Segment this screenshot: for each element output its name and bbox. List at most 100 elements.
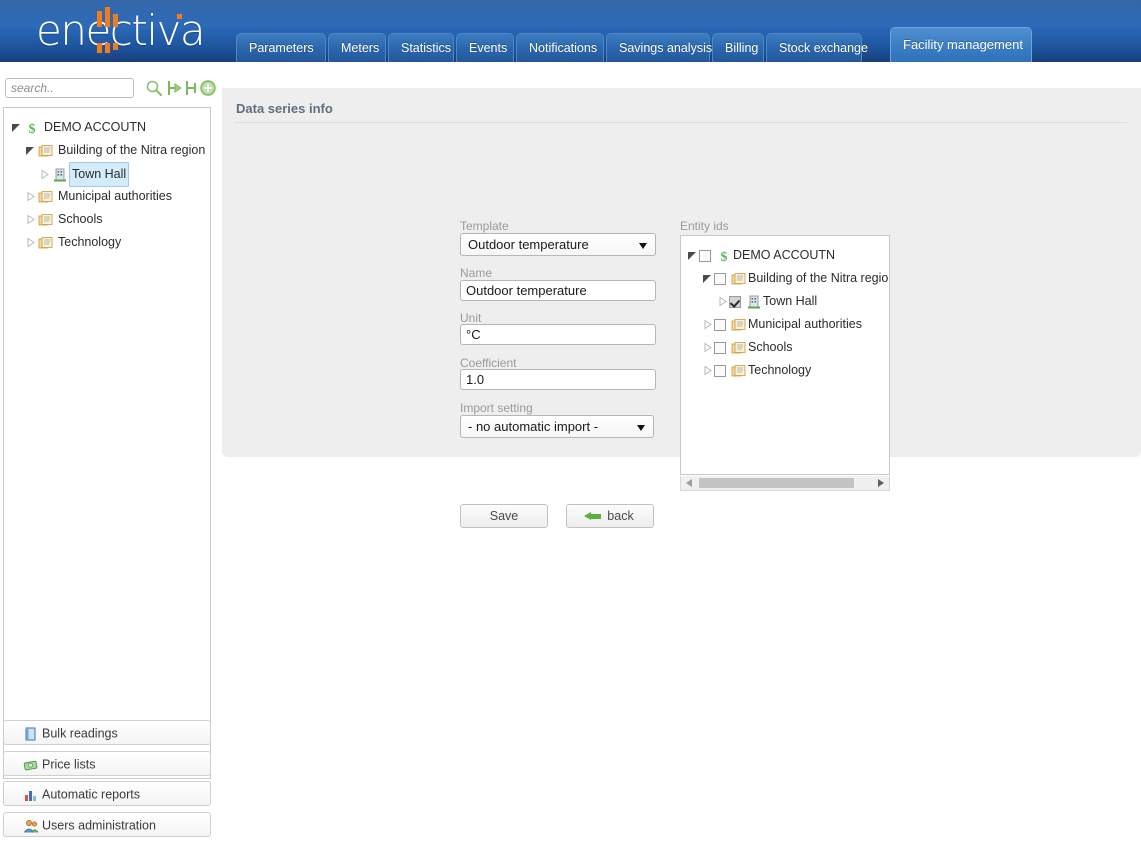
expand-arrow-icon[interactable] <box>25 235 36 249</box>
chevron-down-icon <box>639 243 647 249</box>
app-logo[interactable]: enectiva <box>36 7 236 55</box>
entity-tree-item[interactable]: Building of the Nitra region <box>681 267 889 290</box>
expand-arrow-icon[interactable] <box>702 340 713 354</box>
building-icon <box>744 290 763 313</box>
arrow-left-icon <box>586 513 601 520</box>
template-label: Template <box>460 219 509 233</box>
folder-icon <box>37 231 55 254</box>
tab-label: Savings analysis <box>619 41 712 55</box>
collapse-arrow-icon[interactable] <box>25 143 36 157</box>
entity-tree-arrow-wrap[interactable] <box>701 359 714 382</box>
tab-label: Events <box>469 41 507 55</box>
tree-arrow-wrap[interactable] <box>24 185 37 208</box>
sidebar-button-users-administration[interactable]: Users administration <box>3 812 211 837</box>
scroll-right-icon[interactable] <box>878 479 884 487</box>
collapse-arrow-icon[interactable] <box>11 120 22 134</box>
tree-item[interactable]: Municipal authorities <box>4 185 210 208</box>
svg-text:$: $ <box>29 122 36 136</box>
tab-notifications[interactable]: Notifications <box>516 33 604 62</box>
tab-billing[interactable]: Billing <box>712 33 764 62</box>
scrollbar-thumb[interactable] <box>699 478 854 488</box>
sidebar-button-price-lists[interactable]: Price lists <box>3 751 211 776</box>
entity-tree-item[interactable]: $DEMO ACCOUTN <box>681 244 889 267</box>
tab-label: Meters <box>341 41 379 55</box>
tab-label: Notifications <box>529 41 597 55</box>
entity-tree-item[interactable]: Town Hall <box>681 290 889 313</box>
entity-ids-tree[interactable]: $DEMO ACCOUTNBuilding of the Nitra regio… <box>680 235 890 475</box>
entity-tree-hscrollbar[interactable] <box>680 476 890 491</box>
search-icon[interactable] <box>145 79 163 97</box>
tab-parameters[interactable]: Parameters <box>236 33 326 62</box>
entity-checkbox[interactable] <box>714 342 726 354</box>
expand-arrow-icon[interactable] <box>39 167 50 181</box>
template-select-value: Outdoor temperature <box>468 234 589 255</box>
sidebar-button-bulk-readings[interactable]: Bulk readings <box>3 720 211 745</box>
tree-item-label: Schools <box>55 208 105 231</box>
expand-arrow-icon[interactable] <box>717 294 728 308</box>
tree-item[interactable]: Town Hall <box>4 162 210 185</box>
tree-arrow-wrap[interactable] <box>10 116 23 139</box>
tab-label: Parameters <box>249 41 314 55</box>
entity-tree-arrow-wrap[interactable] <box>701 336 714 359</box>
tree-item[interactable]: Schools <box>4 208 210 231</box>
tree-arrow-wrap[interactable] <box>24 208 37 231</box>
entity-tree-arrow-wrap[interactable] <box>686 244 699 267</box>
expand-arrow-icon[interactable] <box>25 212 36 226</box>
sidebar-button-label: Automatic reports <box>42 788 140 802</box>
tree-arrow-wrap[interactable] <box>24 139 37 162</box>
tab-statistics[interactable]: Statistics <box>388 33 454 62</box>
expand-tree-icon[interactable] <box>165 79 183 97</box>
entity-checkbox[interactable] <box>729 296 741 308</box>
bar-chart-icon <box>20 783 42 807</box>
sidebar-button-automatic-reports[interactable]: Automatic reports <box>3 781 211 806</box>
import-setting-select[interactable]: - no automatic import - <box>460 415 654 438</box>
expand-arrow-icon[interactable] <box>25 189 36 203</box>
tab-label: Statistics <box>401 41 451 55</box>
tab-savings-analysis[interactable]: Savings analysis <box>606 33 710 62</box>
expand-arrow-icon[interactable] <box>702 363 713 377</box>
entity-tree-arrow-wrap[interactable] <box>701 313 714 336</box>
tab-stock-exchange[interactable]: Stock exchange <box>766 33 862 62</box>
entity-navigation-tree[interactable]: $DEMO ACCOUTNBuilding of the Nitra regio… <box>3 107 211 779</box>
tab-events[interactable]: Events <box>456 33 514 62</box>
scroll-left-icon[interactable] <box>686 479 692 487</box>
unit-input[interactable] <box>460 324 656 345</box>
entity-checkbox[interactable] <box>714 319 726 331</box>
title-divider <box>234 122 1127 123</box>
entity-tree-arrow-wrap[interactable] <box>716 290 729 313</box>
folder-icon <box>729 313 748 336</box>
entity-tree-item[interactable]: Technology <box>681 359 889 382</box>
tab-label: Facility management <box>903 37 1023 52</box>
tree-arrow-wrap[interactable] <box>38 163 51 186</box>
entity-checkbox[interactable] <box>699 250 711 262</box>
entity-tree-item-label: Town Hall <box>763 294 817 308</box>
entity-checkbox[interactable] <box>714 273 726 285</box>
back-button[interactable]: back <box>566 504 654 528</box>
tab-facility-management[interactable]: Facility management <box>890 27 1032 62</box>
coefficient-input[interactable] <box>460 369 656 390</box>
template-select[interactable]: Outdoor temperature <box>460 233 656 256</box>
name-input[interactable] <box>460 280 656 301</box>
add-icon[interactable] <box>199 79 217 97</box>
folder-icon <box>729 267 748 290</box>
collapse-arrow-icon[interactable] <box>702 271 713 285</box>
entity-tree-item-label: Municipal authorities <box>748 317 862 331</box>
tree-item-label: Building of the Nitra region <box>55 139 208 162</box>
save-button[interactable]: Save <box>460 504 548 528</box>
entity-tree-arrow-wrap[interactable] <box>701 267 714 290</box>
search-input[interactable] <box>5 78 134 98</box>
tree-item[interactable]: Technology <box>4 231 210 254</box>
building-icon <box>51 163 69 186</box>
logo-bar-icon <box>105 7 110 27</box>
tree-arrow-wrap[interactable] <box>24 231 37 254</box>
tree-item[interactable]: Building of the Nitra region <box>4 139 210 162</box>
collapse-arrow-icon[interactable] <box>687 248 698 262</box>
entity-tree-item[interactable]: Schools <box>681 336 889 359</box>
tree-item[interactable]: $DEMO ACCOUTN <box>4 116 210 139</box>
entity-checkbox[interactable] <box>714 365 726 377</box>
expand-arrow-icon[interactable] <box>702 317 713 331</box>
folder-icon <box>37 139 55 162</box>
tab-meters[interactable]: Meters <box>328 33 386 62</box>
tab-label: Stock exchange <box>779 41 868 55</box>
entity-tree-item[interactable]: Municipal authorities <box>681 313 889 336</box>
